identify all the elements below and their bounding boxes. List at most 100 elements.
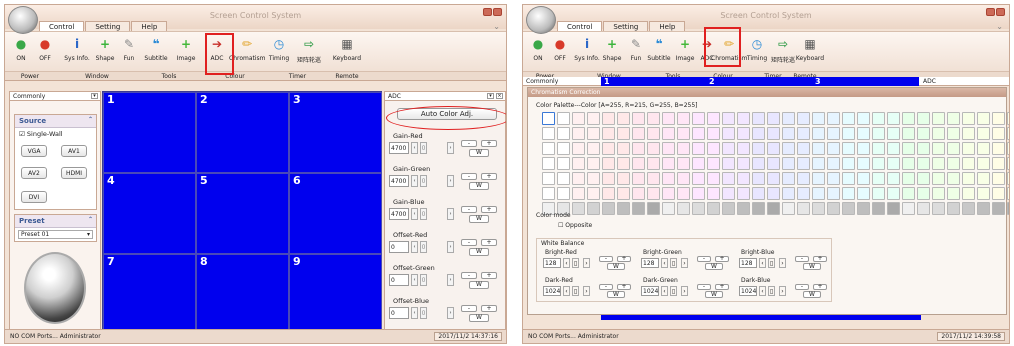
- palette-swatch[interactable]: [992, 202, 1005, 215]
- palette-swatch[interactable]: [722, 142, 735, 155]
- palette-swatch[interactable]: [887, 127, 900, 140]
- plus-button[interactable]: +: [813, 284, 827, 290]
- palette-swatch[interactable]: [947, 127, 960, 140]
- palette-swatch[interactable]: [602, 112, 615, 125]
- palette-swatch[interactable]: [902, 157, 915, 170]
- decrement-arrow[interactable]: ‹: [411, 241, 418, 253]
- palette-swatch[interactable]: [632, 157, 645, 170]
- palette-swatch[interactable]: [707, 142, 720, 155]
- palette-swatch[interactable]: [722, 187, 735, 200]
- palette-swatch[interactable]: [797, 127, 810, 140]
- palette-swatch[interactable]: [977, 202, 990, 215]
- palette-swatch[interactable]: [827, 127, 840, 140]
- wb-value-field[interactable]: 128: [543, 258, 561, 268]
- palette-swatch[interactable]: [722, 157, 735, 170]
- palette-swatch[interactable]: [782, 202, 795, 215]
- palette-swatch[interactable]: [647, 172, 660, 185]
- palette-swatch[interactable]: [722, 172, 735, 185]
- palette-swatch[interactable]: [947, 187, 960, 200]
- palette-swatch[interactable]: [887, 202, 900, 215]
- palette-swatch[interactable]: [992, 127, 1005, 140]
- wb-value-field[interactable]: 128: [641, 258, 659, 268]
- palette-swatch[interactable]: [902, 142, 915, 155]
- plus-button[interactable]: +: [481, 173, 497, 180]
- plus-button[interactable]: +: [715, 284, 729, 290]
- palette-swatch[interactable]: [887, 187, 900, 200]
- decrement-arrow[interactable]: ‹: [759, 258, 766, 268]
- palette-swatch[interactable]: [542, 157, 555, 170]
- palette-swatch[interactable]: [1007, 142, 1009, 155]
- palette-swatch[interactable]: [962, 187, 975, 200]
- minus-button[interactable]: -: [461, 239, 477, 246]
- palette-swatch[interactable]: [617, 187, 630, 200]
- palette-swatch[interactable]: [587, 142, 600, 155]
- palette-swatch[interactable]: [842, 127, 855, 140]
- screen-cell[interactable]: 8: [196, 254, 289, 335]
- sys-info-button[interactable]: i Sys Info.: [574, 35, 600, 62]
- slider-handle[interactable]: ▯: [768, 286, 775, 296]
- av1-button[interactable]: AV1: [61, 145, 87, 157]
- palette-swatch[interactable]: [782, 127, 795, 140]
- palette-swatch[interactable]: [677, 142, 690, 155]
- minus-button[interactable]: -: [697, 284, 711, 290]
- w-button[interactable]: W: [469, 149, 489, 157]
- matrix-polling-button[interactable]: ⇨ 矩阵轮巡: [297, 35, 321, 64]
- opposite-checkbox[interactable]: ☐ Opposite: [558, 222, 592, 229]
- av2-button[interactable]: AV2: [21, 167, 47, 179]
- plus-button[interactable]: +: [617, 256, 631, 262]
- palette-swatch[interactable]: [917, 187, 930, 200]
- palette-swatch[interactable]: [812, 187, 825, 200]
- palette-swatch[interactable]: [917, 142, 930, 155]
- adc-value-field[interactable]: 0: [389, 241, 409, 253]
- w-button[interactable]: W: [803, 291, 821, 298]
- palette-swatch[interactable]: [557, 127, 570, 140]
- palette-swatch[interactable]: [842, 172, 855, 185]
- palette-swatch[interactable]: [557, 187, 570, 200]
- decrement-arrow[interactable]: ‹: [411, 208, 418, 220]
- palette-swatch[interactable]: [932, 187, 945, 200]
- sys-info-button[interactable]: i Sys Info.: [64, 35, 90, 62]
- palette-swatch[interactable]: [767, 142, 780, 155]
- adc-value-field[interactable]: 4700: [389, 208, 409, 220]
- palette-swatch[interactable]: [917, 127, 930, 140]
- collapse-icon[interactable]: ⌃: [88, 216, 93, 223]
- palette-swatch[interactable]: [1007, 157, 1009, 170]
- palette-swatch[interactable]: [692, 172, 705, 185]
- w-button[interactable]: W: [607, 291, 625, 298]
- palette-swatch[interactable]: [797, 172, 810, 185]
- minus-button[interactable]: -: [461, 305, 477, 312]
- palette-swatch[interactable]: [677, 157, 690, 170]
- palette-swatch[interactable]: [737, 187, 750, 200]
- palette-swatch[interactable]: [737, 127, 750, 140]
- palette-swatch[interactable]: [692, 187, 705, 200]
- palette-swatch[interactable]: [797, 157, 810, 170]
- keyboard-button[interactable]: ▦ Keyboard: [333, 35, 361, 62]
- increment-arrow[interactable]: ›: [447, 208, 454, 220]
- wb-value-field[interactable]: 128: [739, 258, 757, 268]
- w-button[interactable]: W: [607, 263, 625, 270]
- palette-swatch[interactable]: [1007, 127, 1009, 140]
- palette-swatch[interactable]: [962, 157, 975, 170]
- palette-swatch[interactable]: [902, 202, 915, 215]
- palette-swatch[interactable]: [662, 202, 675, 215]
- palette-swatch[interactable]: [662, 187, 675, 200]
- screen-cell[interactable]: 1: [103, 92, 196, 173]
- palette-swatch[interactable]: [902, 187, 915, 200]
- palette-swatch[interactable]: [932, 157, 945, 170]
- screen-cell[interactable]: 5: [196, 173, 289, 254]
- palette-swatch[interactable]: [857, 202, 870, 215]
- slider-handle[interactable]: ▯: [420, 307, 427, 319]
- minus-button[interactable]: -: [461, 206, 477, 213]
- palette-swatch[interactable]: [752, 127, 765, 140]
- palette-swatch[interactable]: [767, 202, 780, 215]
- palette-swatch[interactable]: [797, 202, 810, 215]
- palette-swatch[interactable]: [752, 172, 765, 185]
- palette-swatch[interactable]: [827, 172, 840, 185]
- w-button[interactable]: W: [469, 182, 489, 190]
- palette-swatch[interactable]: [572, 142, 585, 155]
- slider-handle[interactable]: ▯: [670, 258, 677, 268]
- slider-handle[interactable]: ▯: [768, 258, 775, 268]
- palette-swatch[interactable]: [962, 112, 975, 125]
- adc-value-field[interactable]: 4700: [389, 175, 409, 187]
- slider-handle[interactable]: ▯: [420, 142, 427, 154]
